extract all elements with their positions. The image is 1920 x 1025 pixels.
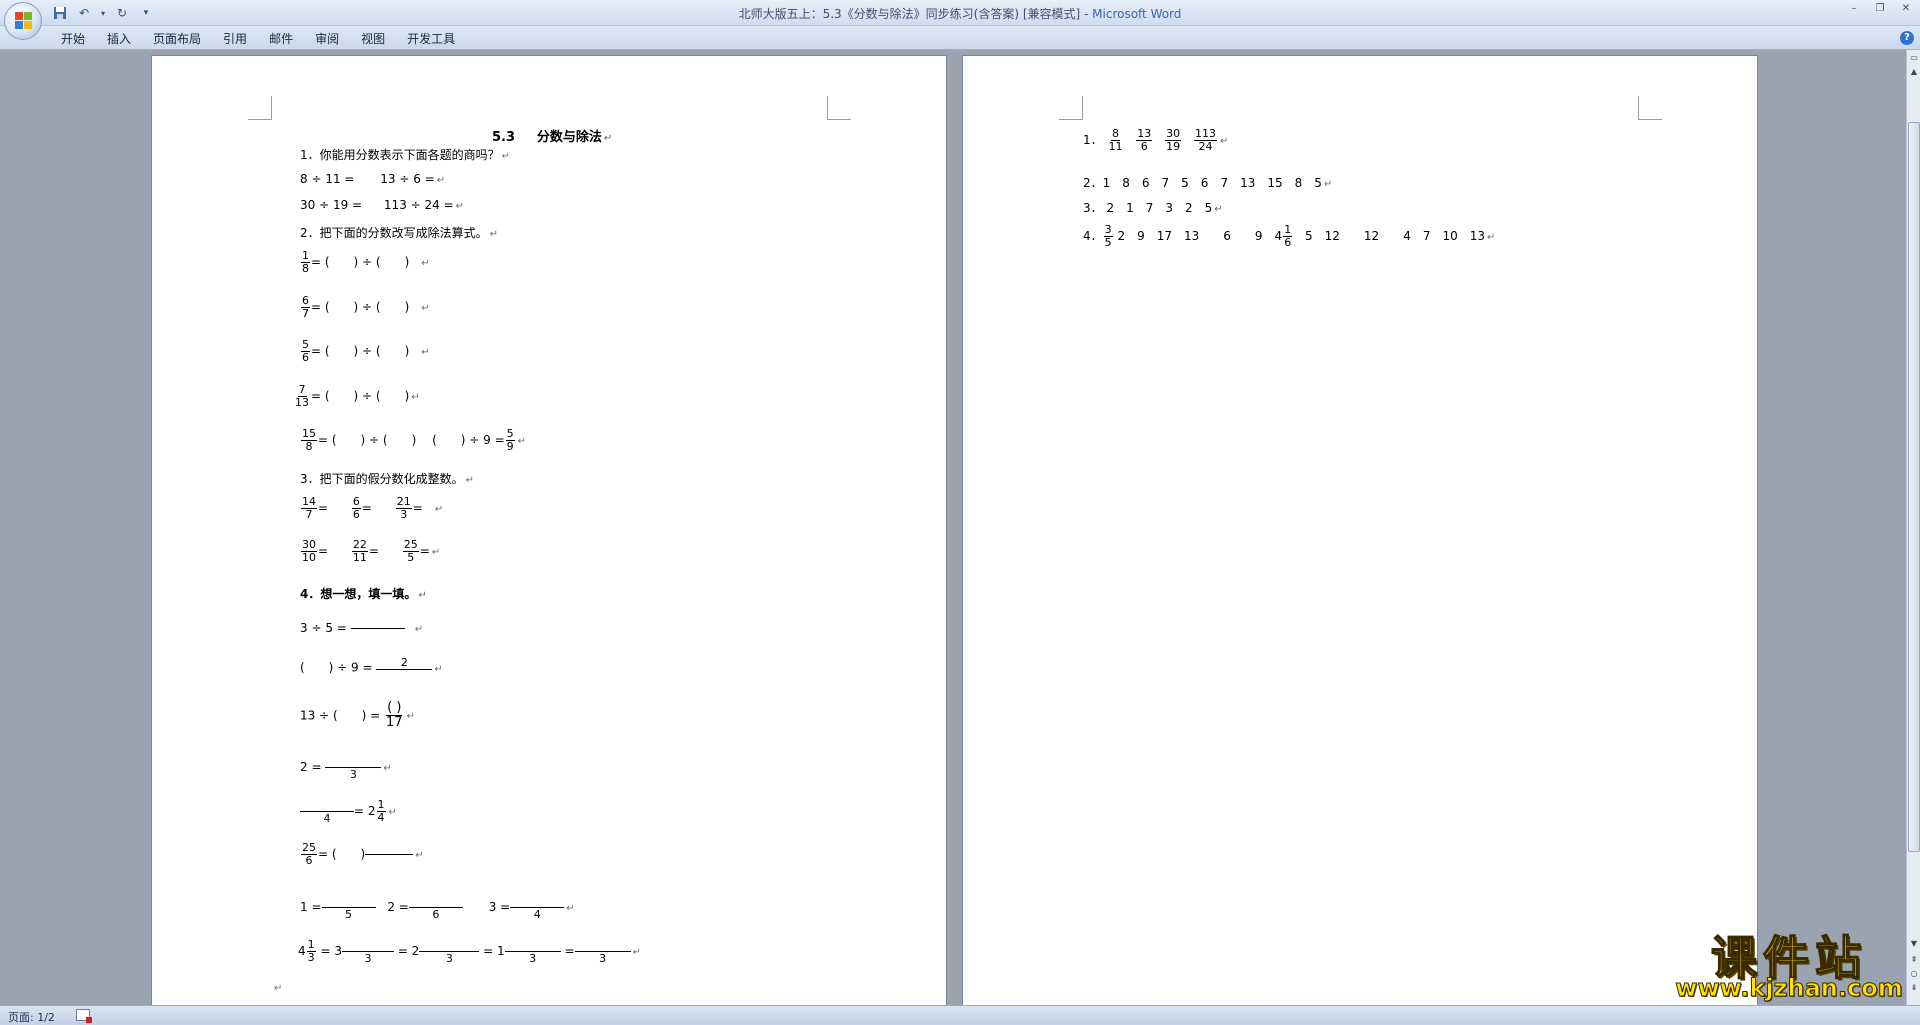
question-1-row-1: 8 ÷ 11 = 13 ÷ 6 = ↵ (300, 172, 446, 186)
fraction: 13 (306, 937, 316, 964)
fraction: 22 11 (351, 538, 368, 565)
document-title: 北师大版五上：5.3《分数与除法》同步练习(含答案) [兼容模式] - (738, 7, 1093, 21)
tab-page-layout[interactable]: 页面布局 (142, 30, 212, 48)
status-bar: 页面: 1/2 (0, 1005, 1920, 1025)
crop-mark (248, 96, 272, 120)
fraction: 13 6 (1136, 127, 1153, 154)
restore-button[interactable]: ❐ (1872, 2, 1888, 16)
q2-item-5: 15 8 = ( ) ÷ ( ) ( ) ÷ 9 = 5 9 ↵ (301, 427, 527, 454)
q4-item-6: 25 6 = ( ) ↵ (301, 841, 424, 868)
office-logo-icon (15, 12, 33, 30)
tab-review[interactable]: 审阅 (304, 30, 350, 48)
answer-blank[interactable]: 4 (300, 798, 354, 825)
crop-mark (1638, 96, 1662, 120)
answer-3: 3． 2 1 7 3 2 5 ↵ (1083, 201, 1223, 215)
scrollbar-thumb[interactable] (1908, 122, 1920, 852)
fraction: 35 (1103, 223, 1113, 250)
proofing-errors-icon[interactable] (76, 1009, 92, 1023)
question-1: 1．你能用分数表示下面各题的商吗？ ↵ (300, 148, 511, 162)
crop-mark (1059, 96, 1083, 120)
fraction: 15 8 (301, 427, 317, 454)
q4-item-1: 3 ÷ 5 = ↵ (300, 621, 424, 635)
fraction: 59 (505, 427, 515, 454)
paragraph-mark: ↵ (274, 983, 283, 994)
crop-mark (827, 96, 851, 120)
tab-references[interactable]: 引用 (212, 30, 258, 48)
fraction: 7 13 (295, 383, 309, 410)
window-controls: – ❐ ✕ (1846, 2, 1914, 16)
answer-blank[interactable] (365, 854, 414, 856)
answer-blank[interactable]: 4 (510, 894, 565, 921)
q4-item-5: 4 = 2 1 4 ↵ (300, 798, 397, 825)
answer-blank[interactable]: 2 (376, 656, 433, 680)
q3-row-2: 30 10 = 22 11 = 25 5 = ↵ (301, 538, 441, 565)
q2-item-1: 1 8 = ( ) ÷ ( ) ↵ (301, 249, 430, 276)
tab-developer[interactable]: 开发工具 (396, 30, 466, 48)
fraction: 66 (351, 495, 361, 522)
window-title: 北师大版五上：5.3《分数与除法》同步练习(含答案) [兼容模式] - Micr… (0, 5, 1920, 22)
document-workspace: 5.3 分数与除法 ↵ 1．你能用分数表示下面各题的商吗？ ↵ 8 ÷ 11 = 1… (0, 50, 1906, 1005)
q2-item-4: 7 13 = ( ) ÷ ( ) ↵ (295, 383, 420, 410)
fraction: 21 3 (395, 495, 412, 522)
fraction: 18 (301, 249, 310, 276)
answer-4: 4． 3 5 2 9 17 13 6 9 416 5 12 12 4 7 10 13… (1083, 223, 1496, 250)
q4-item-3: 13 ÷ ( ) = ( ) 17 ↵ (300, 700, 415, 731)
scroll-up-icon[interactable]: ▲ (1908, 66, 1920, 78)
fraction: 113 24 (1193, 127, 1217, 154)
q3-row-1: 14 7 = 6 6 = 21 3 = ↵ (301, 495, 444, 522)
app-name: Microsoft Word (1092, 7, 1182, 21)
office-button[interactable] (4, 2, 42, 40)
answer-blank[interactable] (350, 628, 405, 629)
answer-blank[interactable]: 3 (574, 938, 631, 965)
close-button[interactable]: ✕ (1898, 2, 1914, 16)
tab-mailings[interactable]: 邮件 (258, 30, 304, 48)
answer-blank[interactable]: 3 (504, 938, 561, 965)
ribbon-tab-bar: 开始 插入 页面布局 引用 邮件 审阅 视图 开发工具 ? (0, 26, 1920, 50)
fraction: 56 (301, 338, 310, 365)
title-bar: ↶ ▾ ↻ ▾ 北师大版五上：5.3《分数与除法》同步练习(含答案) [兼容模式… (0, 0, 1920, 26)
q2-item-2: 6 7 = ( ) ÷ ( ) ↵ (301, 294, 430, 321)
tab-insert[interactable]: 插入 (96, 30, 142, 48)
watermark-url: www.kjzhan.com (1675, 974, 1903, 1003)
answer-2: 2．1 8 6 7 5 6 7 13 15 8 5 ↵ (1083, 176, 1333, 190)
tab-view[interactable]: 视图 (350, 30, 396, 48)
page-indicator[interactable]: 页面: 1/2 (8, 1009, 55, 1025)
q4-item-7: 1 = 5 2 = 6 3 = 4 ↵ (300, 894, 575, 921)
question-4: 4．想一想，填一填。 ↵ (300, 587, 427, 601)
question-1-row-2: 30 ÷ 19 = 113 ÷ 24 = ↵ (300, 198, 465, 212)
fraction: 67 (301, 294, 310, 321)
document-page-1[interactable]: 5.3 分数与除法 ↵ 1．你能用分数表示下面各题的商吗？ ↵ 8 ÷ 11 = 1… (151, 55, 947, 1005)
answer-blank[interactable]: 6 (408, 894, 463, 921)
vertical-scrollbar[interactable]: ▭ ▲ ▼ ⇞ ○ ⇟ (1906, 50, 1920, 1005)
q4-item-4: 2 = 3 ↵ (300, 754, 392, 781)
question-3: 3．把下面的假分数化成整数。 ↵ (300, 472, 475, 486)
ruler-toggle-icon[interactable]: ▭ (1908, 52, 1920, 64)
fraction: ( ) 17 (386, 700, 403, 731)
fraction: 14 7 (301, 495, 317, 522)
fraction: 14 (376, 797, 386, 824)
answer-1: 1． 8 11 13 6 30 19 113 24 ↵ (1083, 127, 1229, 154)
answer-blank[interactable]: 5 (321, 894, 376, 921)
document-page-2[interactable]: 1． 8 11 13 6 30 19 113 24 ↵ 2．1 8 6 7 5 6 7 1… (962, 55, 1758, 1005)
fraction: 25 5 (402, 538, 419, 565)
fraction: 30 19 (1165, 127, 1182, 154)
fraction: 25 6 (301, 841, 317, 868)
q2-item-3: 5 6 = ( ) ÷ ( ) ↵ (301, 338, 430, 365)
help-icon[interactable]: ? (1900, 31, 1914, 45)
page-title: 5.3 分数与除法 ↵ (492, 130, 613, 145)
answer-blank[interactable]: 3 (419, 938, 480, 965)
fraction: 8 11 (1108, 127, 1123, 154)
fraction: 30 10 (301, 538, 317, 565)
q4-item-2: ( ) ÷ 9 = 2 ↵ (300, 656, 443, 680)
q4-item-8: 413 = 33 = 23 = 13 = 3 ↵ (298, 937, 641, 965)
watermark-logo: 课件站 www.kjzhan.com (1668, 922, 1910, 1006)
fraction: 16 (1283, 223, 1293, 250)
minimize-button[interactable]: – (1846, 2, 1862, 16)
answer-blank[interactable]: 3 (341, 938, 394, 965)
tab-home[interactable]: 开始 (50, 30, 96, 48)
question-2: 2．把下面的分数改写成除法算式。 ↵ (300, 226, 499, 240)
answer-blank[interactable]: 3 (325, 754, 382, 781)
